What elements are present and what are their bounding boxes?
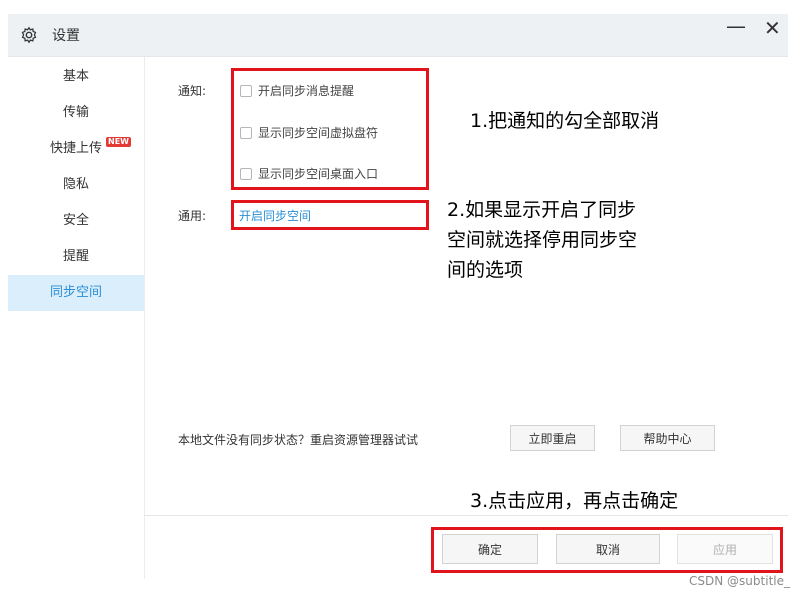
title-bar: 设置 — ✕ [8, 14, 788, 57]
sidebar-item-label: 基本 [62, 69, 89, 84]
general-label: 通用: [178, 209, 207, 223]
annotation-step-2-line-3: 间的选项 [447, 259, 524, 281]
sidebar-item-reminder[interactable]: 提醒 [8, 239, 144, 275]
annotation-box-notify [231, 68, 429, 190]
new-badge: NEW [106, 137, 131, 147]
annotation-step-3: 3.点击应用，再点击确定 [470, 490, 679, 512]
sidebar-item-label: 快捷上传 [49, 141, 102, 156]
annotation-step-2-line-2: 空间就选择停用同步空 [447, 229, 638, 251]
annotation-step-2-line-1: 2.如果显示开启了同步 [447, 199, 637, 221]
sidebar: 基本 传输 快捷上传 NEW 隐私 安全 提醒 同步空间 [8, 57, 145, 579]
close-button[interactable]: ✕ [764, 16, 781, 40]
restart-now-button[interactable]: 立即重启 [510, 425, 595, 451]
watermark: CSDN @subtitle_ [689, 574, 790, 588]
sidebar-item-transfer[interactable]: 传输 [8, 95, 144, 131]
sidebar-item-privacy[interactable]: 隐私 [8, 167, 144, 203]
sidebar-item-label: 隐私 [62, 177, 89, 192]
annotation-box-general [231, 200, 429, 230]
sidebar-item-basic[interactable]: 基本 [8, 59, 144, 95]
minimize-button[interactable]: — [726, 14, 746, 38]
sidebar-item-label: 传输 [62, 105, 89, 120]
restart-hint-text: 本地文件没有同步状态？重启资源管理器试试 [178, 433, 419, 447]
sidebar-item-sync-space[interactable]: 同步空间 [8, 275, 144, 311]
notify-label: 通知: [178, 84, 207, 98]
sidebar-item-label: 安全 [62, 213, 89, 228]
gear-icon [21, 26, 37, 44]
sidebar-item-label: 同步空间 [49, 285, 102, 300]
sidebar-item-quick-upload[interactable]: 快捷上传 NEW [8, 131, 144, 167]
sidebar-item-security[interactable]: 安全 [8, 203, 144, 239]
annotation-box-footer [431, 527, 783, 573]
window-title: 设置 [52, 28, 80, 44]
sidebar-item-label: 提醒 [62, 249, 89, 264]
help-center-button[interactable]: 帮助中心 [620, 425, 715, 451]
annotation-step-1: 1.把通知的勾全部取消 [470, 110, 660, 132]
